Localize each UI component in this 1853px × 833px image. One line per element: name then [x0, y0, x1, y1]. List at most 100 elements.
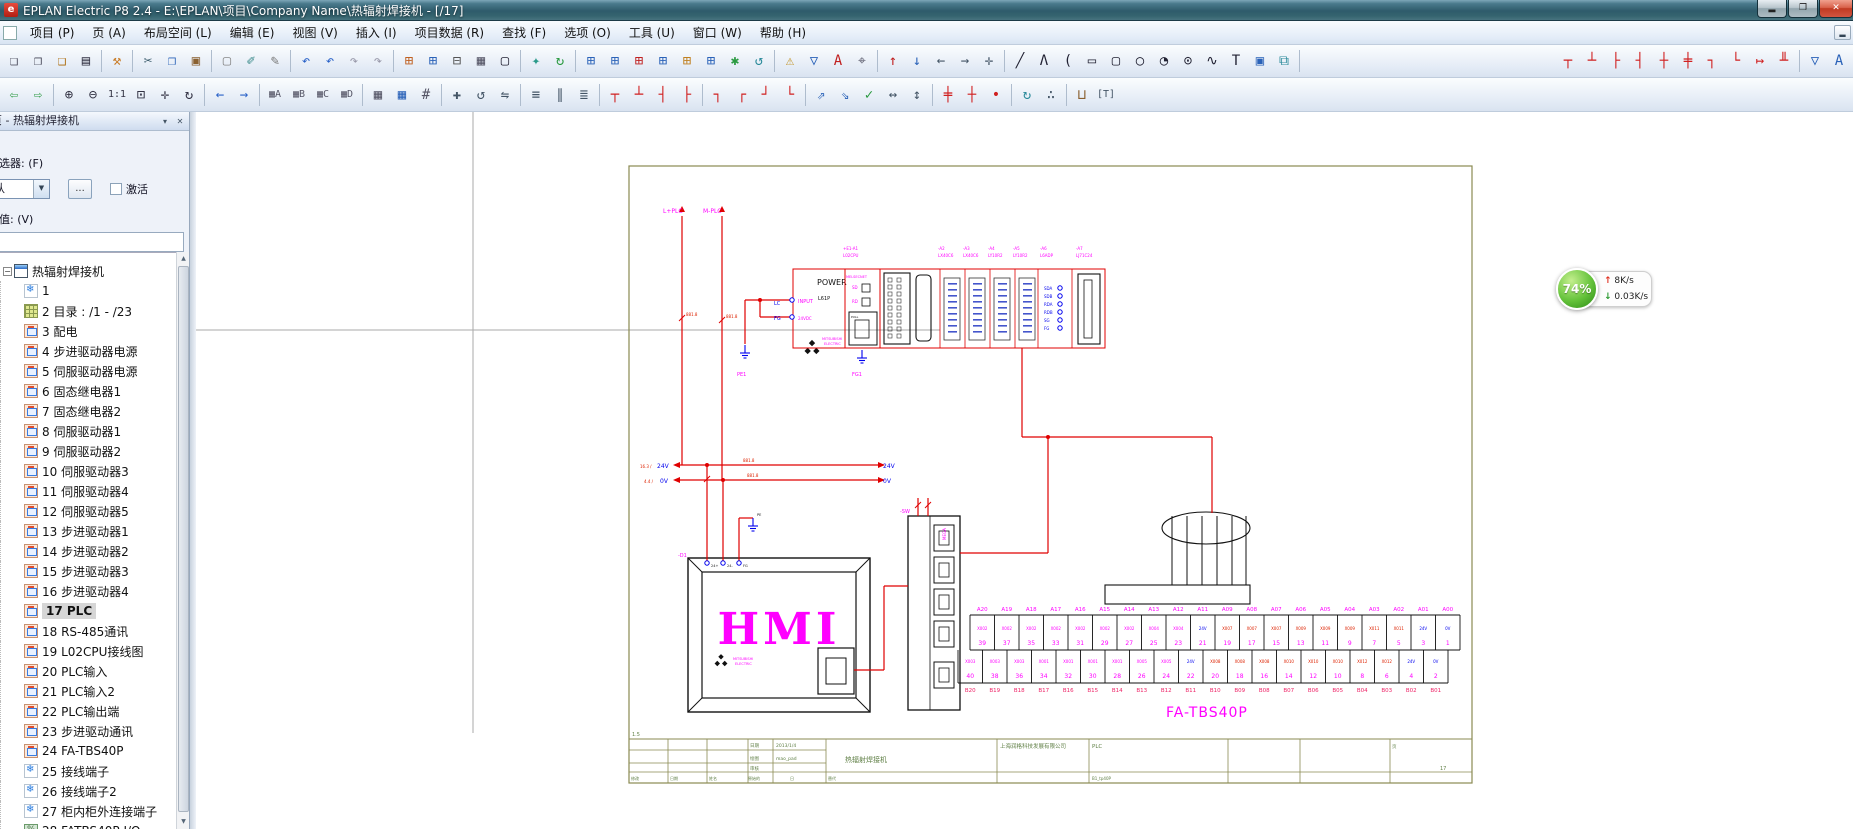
draw-rounded-rect-icon[interactable]: ▢: [1104, 49, 1128, 73]
filter-funnel-icon[interactable]: ▽: [802, 49, 826, 73]
align-h-icon[interactable]: ≡: [524, 83, 548, 107]
tree-item-page-27[interactable]: 27 柜内柜外连接端子: [0, 801, 176, 821]
move-icon[interactable]: ✚: [445, 83, 469, 107]
zoom-out-icon[interactable]: ⊖: [81, 83, 105, 107]
t-node-up-icon[interactable]: ┴: [627, 83, 651, 107]
maximize-button[interactable]: ❐: [1788, 0, 1818, 18]
draw-spline-icon[interactable]: ∿: [1200, 49, 1224, 73]
conn-t-left-icon[interactable]: ┤: [1628, 49, 1652, 73]
filter-browse-button[interactable]: ...: [68, 179, 92, 199]
settings-wrench-icon[interactable]: ⚒: [105, 49, 129, 73]
search-dt-icon[interactable]: A: [826, 49, 850, 73]
draw-line-icon[interactable]: ╱: [1008, 49, 1032, 73]
navigator-star-icon[interactable]: ✦: [524, 49, 548, 73]
zoom-window-icon[interactable]: ⊡: [129, 83, 153, 107]
memory-percent-badge[interactable]: 74%: [1556, 268, 1598, 310]
open-page-icon[interactable]: ❐: [26, 49, 50, 73]
grid-toggle-icon[interactable]: ▦: [366, 83, 390, 107]
t-node-down-icon[interactable]: ┬: [603, 83, 627, 107]
net-speed-badge[interactable]: 74% ↑ 8K/s ↓ 0.03K/s: [1556, 268, 1652, 310]
menu-item-2[interactable]: 页 (A): [83, 23, 134, 43]
snap-grid-icon[interactable]: ▦: [390, 83, 414, 107]
zoom-100-icon[interactable]: 1:1: [105, 83, 129, 107]
parts-sync-icon[interactable]: ✱: [723, 49, 747, 73]
distribute-icon[interactable]: ≣: [572, 83, 596, 107]
tree-item-page-24[interactable]: 24 FA-TBS40P: [0, 741, 176, 761]
conn-t-down-icon[interactable]: ┬: [1556, 49, 1580, 73]
menu-item-12[interactable]: 帮助 (H): [751, 23, 815, 43]
page-macro-icon[interactable]: ⊟: [445, 49, 469, 73]
goto-left-icon[interactable]: ←: [929, 49, 953, 73]
snap-icon[interactable]: #: [414, 83, 438, 107]
plc-navigator-icon[interactable]: ⊞: [603, 49, 627, 73]
menu-item-6[interactable]: 插入 (I): [347, 23, 406, 43]
tree-item-page-2[interactable]: 2 目录 : /1 - /23: [0, 301, 176, 321]
paste-icon[interactable]: ▣: [184, 49, 208, 73]
value-field[interactable]: [0, 232, 184, 252]
filter-select[interactable]: 默认 ▼: [0, 179, 50, 199]
t-node-left-icon[interactable]: ┤: [651, 83, 675, 107]
pan-icon[interactable]: ✛: [153, 83, 177, 107]
goto-right-icon[interactable]: →: [953, 49, 977, 73]
table-edit-icon[interactable]: ⊞: [397, 49, 421, 73]
menu-item-8[interactable]: 查找 (F): [493, 23, 555, 43]
schematic-drawing[interactable]: 日期2013/1/4绘图mao_pad审核热辐射焊接机上海润格科技发展有限公司P…: [196, 112, 1853, 829]
forward-icon[interactable]: →: [232, 83, 256, 107]
rotate-icon[interactable]: ↺: [469, 83, 493, 107]
redraw-icon[interactable]: ↻: [177, 83, 201, 107]
title-bar[interactable]: e EPLAN Electric P8 2.4 - E:\EPLAN\项目\Co…: [0, 0, 1853, 21]
scroll-down-icon[interactable]: ▼: [178, 816, 189, 828]
tree-item-page-12[interactable]: 12 伺服驱动器5: [0, 501, 176, 521]
tree-item-page-25[interactable]: 25 接线端子: [0, 761, 176, 781]
menu-item-4[interactable]: 编辑 (E): [221, 23, 284, 43]
conn-v-icon[interactable]: ↕: [905, 83, 929, 107]
conn-cross-icon[interactable]: ┼: [1652, 49, 1676, 73]
cut-icon[interactable]: ✂: [136, 49, 160, 73]
text-frame-icon[interactable]: [T]: [1094, 83, 1118, 107]
mirror-icon[interactable]: ⇋: [493, 83, 517, 107]
align-v-icon[interactable]: ∥: [548, 83, 572, 107]
tree-item-page-23[interactable]: 23 步进驱动通讯: [0, 721, 176, 741]
format-brush-icon[interactable]: ✐: [239, 49, 263, 73]
update-connections-icon[interactable]: ↻: [1015, 83, 1039, 107]
conn-t-right-icon[interactable]: ├: [1604, 49, 1628, 73]
copy-icon[interactable]: ❐: [160, 49, 184, 73]
grid-d-icon[interactable]: ▦D: [335, 83, 359, 107]
zoom-in-icon[interactable]: ⊕: [57, 83, 81, 107]
redo-icon[interactable]: ↷: [342, 49, 366, 73]
conn-double-icon[interactable]: ╪: [1676, 49, 1700, 73]
refresh-icon[interactable]: ↻: [548, 49, 572, 73]
scrollbar-thumb[interactable]: [178, 266, 189, 812]
numbering-icon[interactable]: ∴: [1039, 83, 1063, 107]
conn-dot-icon[interactable]: •: [984, 83, 1008, 107]
menu-item-11[interactable]: 窗口 (W): [684, 23, 751, 43]
t-node-right-icon[interactable]: ├: [675, 83, 699, 107]
tree-item-page-6[interactable]: 6 固态继电器1: [0, 381, 176, 401]
draw-circle-icon[interactable]: ○: [1128, 49, 1152, 73]
draw-text-icon[interactable]: T: [1224, 49, 1248, 73]
close-button[interactable]: ✕: [1819, 0, 1853, 18]
corner-dr-icon[interactable]: ┌: [730, 83, 754, 107]
format-brush2-icon[interactable]: ✎: [263, 49, 287, 73]
scroll-up-icon[interactable]: ▲: [178, 253, 189, 265]
tree-item-page-8[interactable]: 8 伺服驱动器1: [0, 421, 176, 441]
cable-navigator-icon[interactable]: ⊞: [627, 49, 651, 73]
conn-t-up-icon[interactable]: ┴: [1580, 49, 1604, 73]
mdi-minimize-button[interactable]: ▂: [1834, 25, 1851, 40]
tree-item-page-21[interactable]: 21 PLC输入2: [0, 681, 176, 701]
back-icon[interactable]: ←: [208, 83, 232, 107]
corner-ur-icon[interactable]: └: [778, 83, 802, 107]
pin-icon[interactable]: ⌖: [850, 49, 874, 73]
undo-icon[interactable]: ↶: [294, 49, 318, 73]
undo-list-icon[interactable]: ↶: [318, 49, 342, 73]
draw-polyline-icon[interactable]: Λ: [1032, 49, 1056, 73]
interruption-point-icon[interactable]: ↦: [1748, 49, 1772, 73]
filter-active-checkbox[interactable]: 激活: [110, 181, 148, 197]
select-region-icon[interactable]: ▢: [215, 49, 239, 73]
new-window-icon[interactable]: ❑: [50, 49, 74, 73]
tree-item-page-26[interactable]: 26 接线端子2: [0, 781, 176, 801]
break-point-icon[interactable]: ╪: [936, 83, 960, 107]
menu-item-7[interactable]: 项目数据 (R): [406, 23, 494, 43]
tree-item-page-22[interactable]: 22 PLC输出端: [0, 701, 176, 721]
draw-arc-icon[interactable]: (: [1056, 49, 1080, 73]
